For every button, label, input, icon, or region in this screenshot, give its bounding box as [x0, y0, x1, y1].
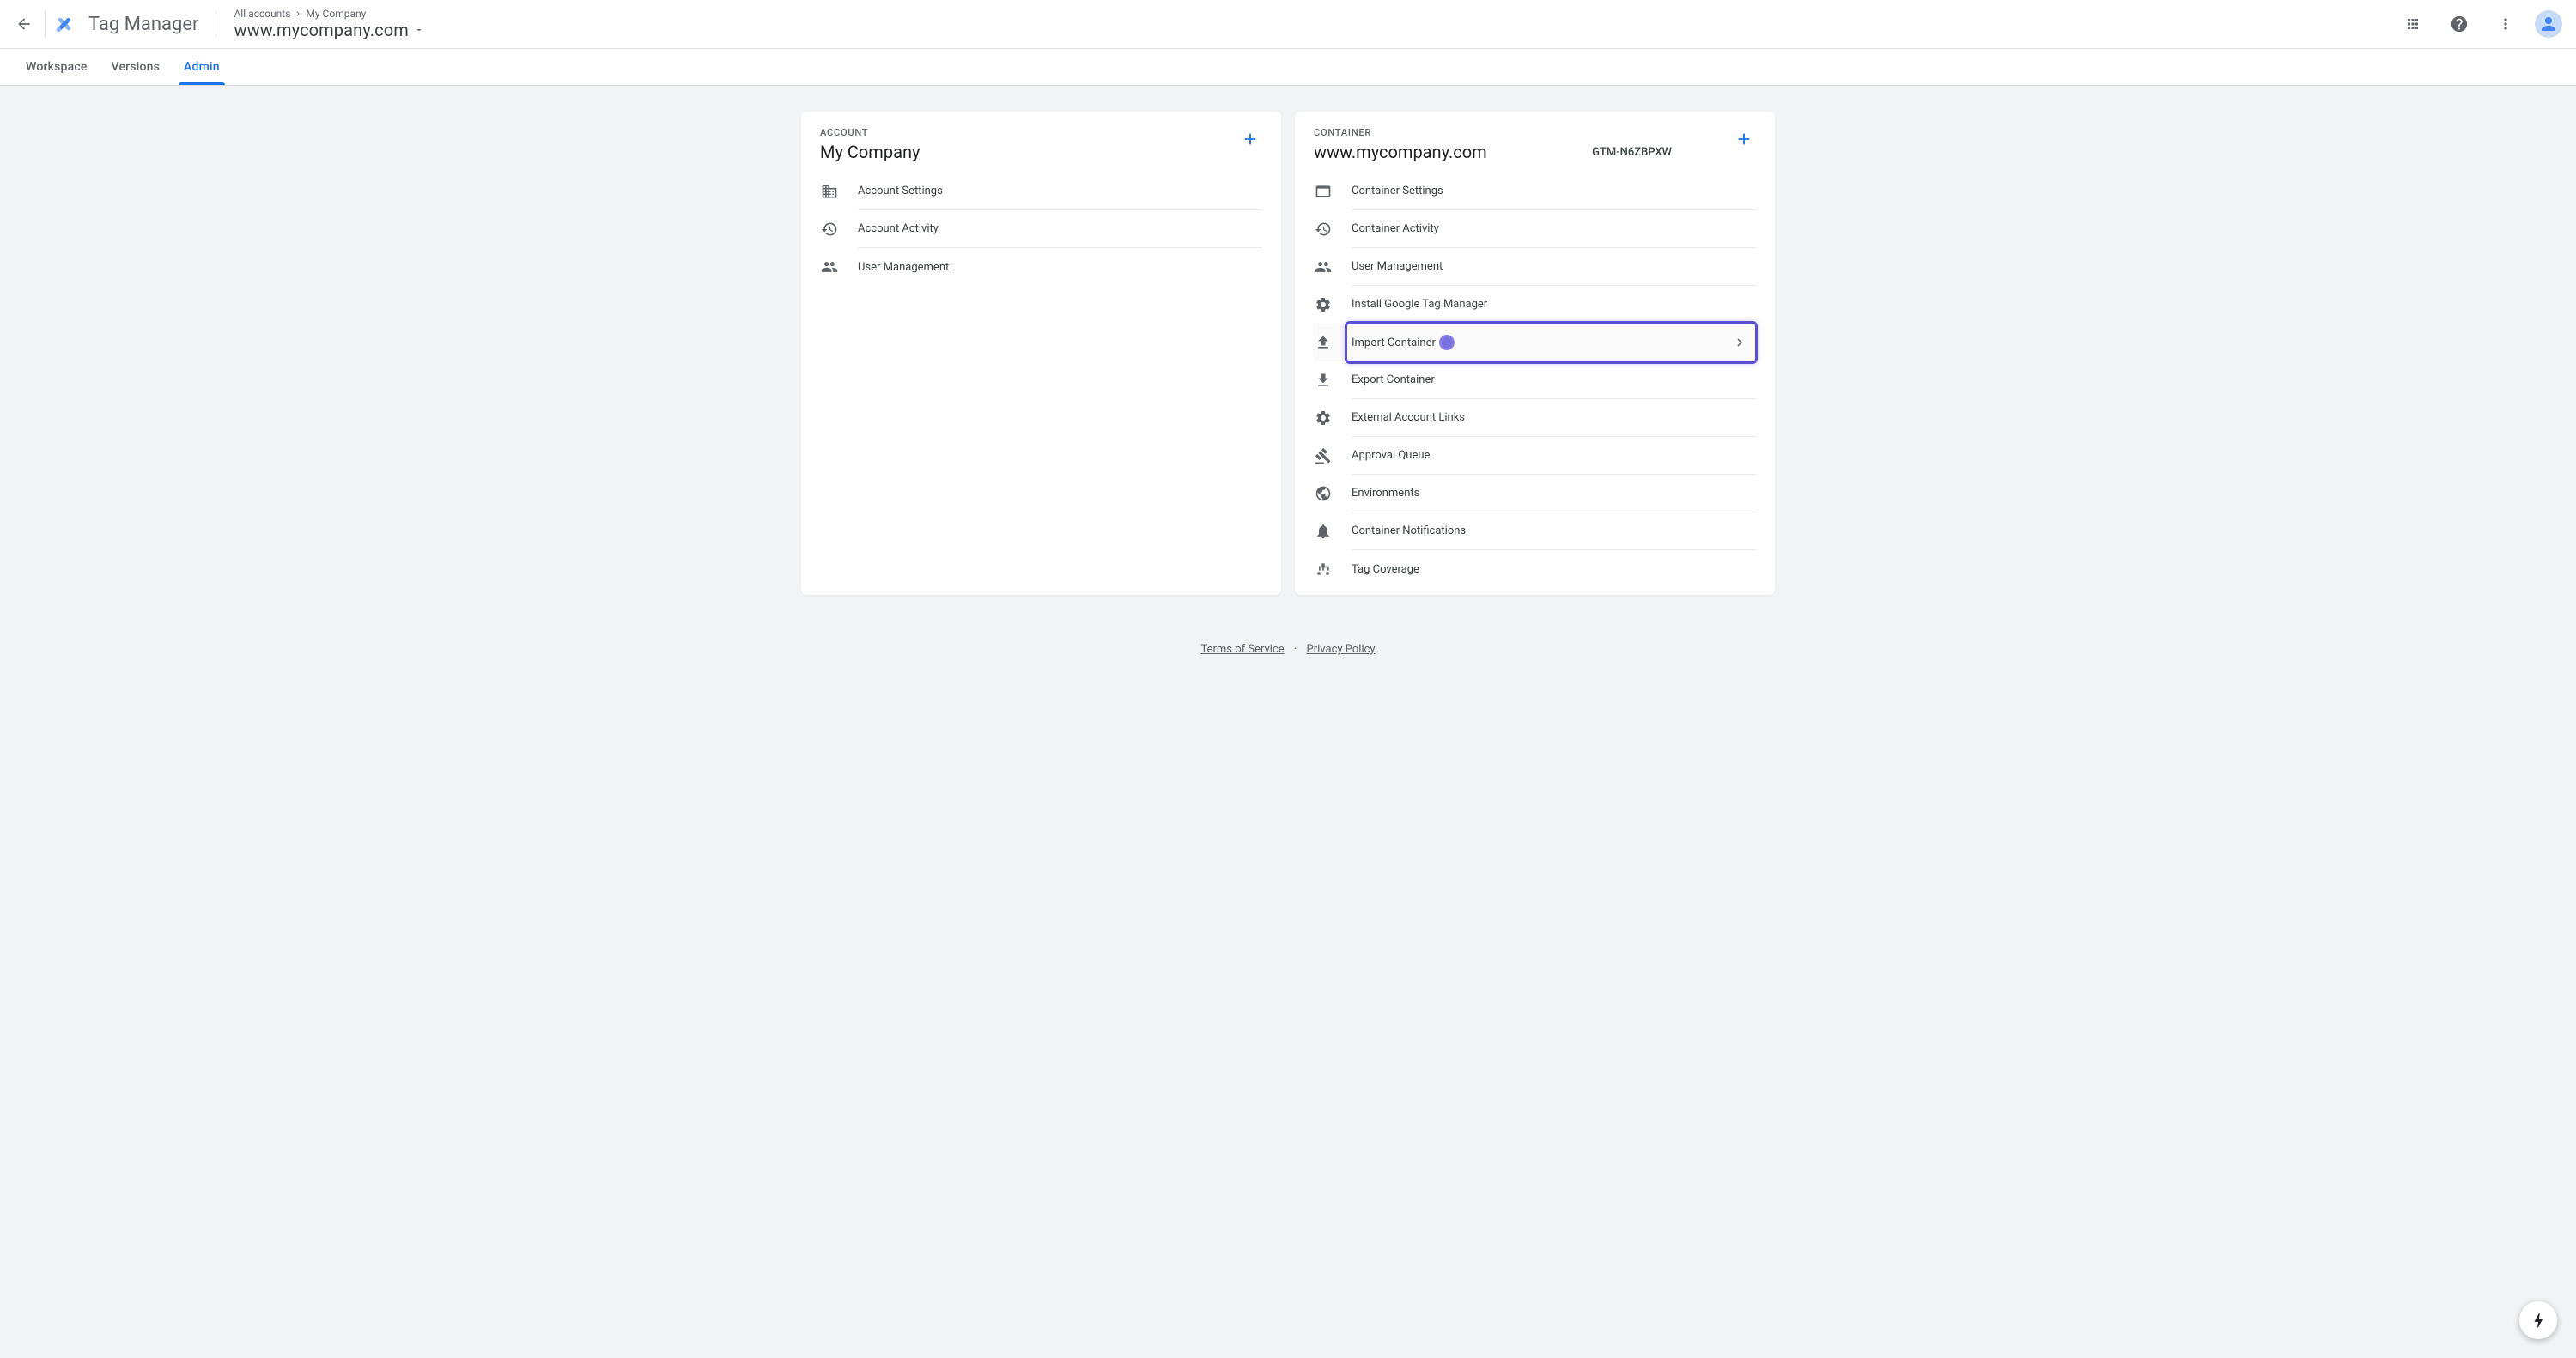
plus-icon [1735, 130, 1753, 149]
history-icon [820, 220, 839, 239]
breadcrumb-item: My Company [306, 8, 366, 20]
history-icon [1314, 220, 1333, 239]
install-gtm-row[interactable]: Install Google Tag Manager [1314, 286, 1756, 324]
row-label: Container Notifications [1352, 512, 1756, 550]
container-users-row[interactable]: User Management [1314, 248, 1756, 286]
admin-content: Account My Company Account Settings Acco… [794, 112, 1782, 595]
business-icon [820, 182, 839, 201]
product-name: Tag Manager [88, 14, 198, 35]
row-label: Import Container [1352, 324, 1756, 361]
terms-link[interactable]: Terms of Service [1200, 643, 1284, 656]
product-branding[interactable]: Tag Manager [52, 12, 198, 36]
apps-button[interactable] [2396, 7, 2430, 41]
click-indicator [1439, 335, 1455, 350]
help-button[interactable] [2442, 7, 2476, 41]
bolt-icon [2529, 1311, 2548, 1330]
container-title: www.mycompany.com [1314, 142, 1592, 162]
account-settings-row[interactable]: Account Settings [820, 173, 1262, 210]
container-activity-row[interactable]: Container Activity [1314, 210, 1756, 248]
tab-versions[interactable]: Versions [100, 49, 173, 85]
feedback-fab[interactable] [2519, 1301, 2557, 1339]
person-icon [2538, 14, 2559, 34]
privacy-link[interactable]: Privacy Policy [1307, 643, 1376, 656]
row-label: User Management [1352, 248, 1756, 286]
app-header: Tag Manager All accounts My Company www.… [0, 0, 2576, 49]
account-avatar[interactable] [2535, 10, 2562, 38]
notifications-row[interactable]: Container Notifications [1314, 512, 1756, 550]
account-activity-row[interactable]: Account Activity [820, 210, 1262, 248]
dropdown-caret-icon [414, 25, 424, 35]
gear-icon [1314, 295, 1333, 314]
hierarchy-icon [1314, 560, 1333, 579]
container-selector[interactable]: All accounts My Company www.mycompany.co… [234, 8, 423, 40]
gtm-logo-icon [52, 12, 76, 36]
container-id[interactable]: GTM-N6ZBPXW [1592, 146, 1672, 159]
container-settings-row[interactable]: Container Settings [1314, 173, 1756, 210]
more-button[interactable] [2488, 7, 2523, 41]
upload-icon [1314, 333, 1333, 352]
breadcrumb: All accounts My Company [234, 8, 423, 20]
row-label: External Account Links [1352, 399, 1756, 437]
people-icon [820, 258, 839, 276]
row-label: Container Settings [1352, 173, 1756, 210]
gear-icon [1314, 409, 1333, 427]
chevron-right-icon [294, 9, 302, 18]
more-vert-icon [2497, 15, 2514, 33]
row-label: Approval Queue [1352, 437, 1756, 475]
tab-workspace[interactable]: Workspace [14, 49, 100, 85]
row-label: Account Settings [858, 173, 1262, 210]
container-label: Container [1314, 127, 1592, 138]
plus-icon [1241, 130, 1260, 149]
environments-row[interactable]: Environments [1314, 475, 1756, 512]
tab-admin[interactable]: Admin [172, 49, 232, 85]
account-users-row[interactable]: User Management [820, 248, 1262, 286]
help-icon [2450, 15, 2469, 33]
row-label: Container Activity [1352, 210, 1756, 248]
download-icon [1314, 371, 1333, 390]
add-account-button[interactable] [1238, 127, 1262, 151]
export-container-row[interactable]: Export Container [1314, 361, 1756, 399]
chevron-right-icon [1732, 335, 1747, 350]
tab-bar: Workspace Versions Admin [0, 49, 2576, 86]
gavel-icon [1314, 446, 1333, 465]
divider [45, 10, 46, 38]
row-label: Environments [1352, 475, 1756, 512]
bell-icon [1314, 522, 1333, 541]
import-container-row[interactable]: Import Container [1314, 324, 1756, 361]
globe-icon [1314, 484, 1333, 503]
account-label: Account [820, 127, 1238, 138]
row-label: Export Container [1352, 361, 1756, 399]
container-name: www.mycompany.com [234, 20, 408, 40]
breadcrumb-item: All accounts [234, 8, 290, 20]
row-label: Account Activity [858, 210, 1262, 248]
row-label: User Management [858, 248, 1262, 286]
container-card: Container www.mycompany.com GTM-N6ZBPXW … [1295, 112, 1775, 595]
external-links-row[interactable]: External Account Links [1314, 399, 1756, 437]
footer: Terms of Service · Privacy Policy [0, 595, 2576, 671]
apps-grid-icon [2405, 16, 2421, 32]
web-icon [1314, 182, 1333, 201]
row-label: Install Google Tag Manager [1352, 286, 1756, 324]
arrow-left-icon [15, 15, 33, 33]
back-button[interactable] [7, 7, 41, 41]
account-card: Account My Company Account Settings Acco… [801, 112, 1281, 595]
approval-queue-row[interactable]: Approval Queue [1314, 437, 1756, 475]
people-icon [1314, 258, 1333, 276]
add-container-button[interactable] [1732, 127, 1756, 151]
tag-coverage-row[interactable]: Tag Coverage [1314, 550, 1756, 588]
account-title: My Company [820, 142, 1238, 162]
row-label: Tag Coverage [1352, 550, 1756, 588]
